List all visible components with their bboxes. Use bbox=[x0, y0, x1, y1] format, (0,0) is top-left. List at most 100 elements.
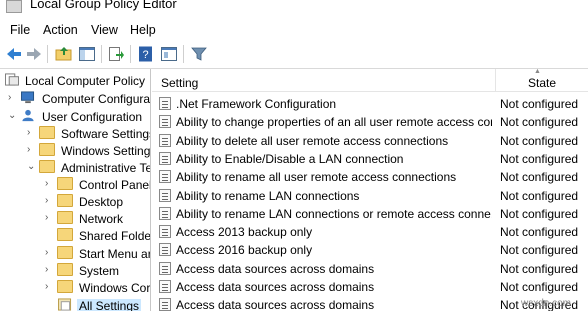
help-icon[interactable]: ? bbox=[137, 45, 155, 63]
folder-icon bbox=[57, 211, 73, 224]
table-row[interactable]: Access 2016 backup only Not configured bbox=[152, 241, 588, 259]
column-header: Setting ▲ State bbox=[152, 69, 588, 92]
chevron-right-icon[interactable]: › bbox=[45, 247, 55, 258]
folder-icon bbox=[57, 177, 73, 190]
chevron-right-icon[interactable]: › bbox=[45, 178, 55, 189]
table-row[interactable]: Ability to rename LAN connections Not con… bbox=[152, 187, 588, 205]
properties-icon[interactable] bbox=[160, 45, 178, 63]
table-row[interactable]: Access data sources across domains Not co… bbox=[152, 278, 588, 296]
table-row[interactable]: Ability to delete all user remote access… bbox=[152, 132, 588, 150]
all-settings-icon bbox=[58, 298, 72, 311]
sort-arrow-icon: ▲ bbox=[534, 69, 541, 75]
policy-setting-icon bbox=[159, 97, 171, 110]
tree-item-windows-settings[interactable]: › Windows Setting bbox=[27, 142, 150, 160]
tree-label: Windows Cor bbox=[79, 281, 151, 295]
setting-name: Ability to rename LAN connections or rem… bbox=[176, 206, 492, 221]
tree-label: Shared Folder bbox=[79, 229, 151, 243]
tree-label: All Settings bbox=[77, 299, 142, 311]
tree-item-shared-folders[interactable]: Shared Folder bbox=[45, 227, 150, 245]
tree-item-local-computer-policy[interactable]: Local Computer Policy bbox=[4, 72, 150, 90]
chevron-down-icon[interactable]: ⌄ bbox=[8, 110, 18, 121]
watermark: wsxdn.com bbox=[521, 298, 572, 309]
chevron-right-icon[interactable]: › bbox=[45, 212, 55, 223]
show-hide-tree-icon[interactable] bbox=[78, 45, 96, 63]
policy-setting-icon bbox=[159, 133, 171, 147]
setting-state: Not configured bbox=[500, 170, 579, 185]
table-row[interactable]: Access 2013 backup only Not configured bbox=[152, 223, 588, 241]
back-icon[interactable] bbox=[5, 45, 23, 63]
window-title: Local Group Policy Editor bbox=[30, 0, 177, 11]
folder-icon bbox=[57, 280, 73, 293]
tree-item-administrative-templates[interactable]: ⌄ Administrative Te bbox=[27, 159, 150, 177]
tree-item-system[interactable]: › System bbox=[45, 262, 150, 280]
setting-state: Not configured bbox=[500, 133, 579, 148]
chevron-right-icon[interactable]: › bbox=[27, 144, 37, 155]
tree-label: Administrative Te bbox=[61, 161, 151, 175]
tree-item-network[interactable]: › Network bbox=[45, 210, 150, 228]
tree-label: Windows Setting bbox=[61, 144, 151, 158]
setting-state: Not configured bbox=[500, 261, 579, 276]
column-setting[interactable]: Setting bbox=[161, 76, 198, 90]
filter-icon[interactable] bbox=[190, 45, 208, 63]
setting-name: Ability to rename all user remote access… bbox=[176, 170, 457, 185]
tree-label: Network bbox=[79, 212, 124, 226]
menu-file[interactable]: File bbox=[10, 23, 30, 37]
tree-item-desktop[interactable]: › Desktop bbox=[45, 193, 150, 211]
menu-help[interactable]: Help bbox=[130, 23, 156, 37]
tree-item-computer-configuration[interactable]: › Computer Configura bbox=[8, 90, 150, 108]
chevron-right-icon[interactable]: › bbox=[27, 127, 37, 138]
tree-item-user-configuration[interactable]: ⌄ User Configuration bbox=[8, 108, 150, 126]
menu-view[interactable]: View bbox=[91, 23, 118, 37]
setting-name: .Net Framework Configuration bbox=[176, 97, 337, 111]
table-row[interactable]: Ability to Enable/Disable a LAN connecti… bbox=[152, 150, 588, 168]
setting-name: Access data sources across domains bbox=[176, 298, 375, 311]
table-row[interactable]: Ability to rename LAN connections or rem… bbox=[152, 205, 588, 223]
column-divider[interactable] bbox=[495, 69, 496, 91]
chevron-right-icon[interactable]: › bbox=[45, 195, 55, 206]
chevron-right-icon[interactable]: › bbox=[45, 264, 55, 275]
tree-item-control-panel[interactable]: › Control Panel bbox=[45, 176, 150, 194]
toolbar-separator bbox=[183, 45, 184, 63]
chevron-right-icon[interactable]: › bbox=[45, 281, 55, 292]
policy-setting-icon bbox=[159, 261, 171, 275]
setting-name: Access 2013 backup only bbox=[176, 225, 313, 240]
policy-icon bbox=[5, 73, 19, 86]
forward-icon[interactable] bbox=[25, 45, 43, 63]
up-folder-icon[interactable] bbox=[55, 45, 73, 63]
svg-text:?: ? bbox=[142, 49, 148, 61]
toolbar: ? bbox=[0, 41, 588, 69]
table-row[interactable]: Access data sources across domains Not co… bbox=[152, 260, 588, 278]
table-row[interactable]: .Net Framework Configuration Not configur… bbox=[152, 95, 588, 113]
setting-name: Ability to change properties of an all u… bbox=[176, 115, 492, 130]
toolbar-separator bbox=[47, 45, 48, 63]
tree-label: Control Panel bbox=[79, 178, 151, 192]
folder-icon bbox=[57, 246, 73, 259]
tree-item-software-settings[interactable]: › Software Settings bbox=[27, 125, 150, 143]
setting-state: Not configured bbox=[500, 188, 579, 203]
chevron-down-icon[interactable]: ⌄ bbox=[27, 161, 37, 172]
table-row[interactable]: Ability to rename all user remote access… bbox=[152, 168, 588, 186]
tree-label: Software Settings bbox=[61, 127, 151, 141]
tree-label: Start Menu ar bbox=[79, 247, 151, 261]
export-icon[interactable] bbox=[107, 45, 125, 63]
setting-state: Not configured bbox=[500, 206, 579, 221]
chevron-right-icon[interactable]: › bbox=[8, 92, 18, 103]
menu-action[interactable]: Action bbox=[43, 23, 78, 37]
policy-setting-icon bbox=[159, 170, 171, 184]
column-state[interactable]: State bbox=[528, 76, 556, 90]
setting-state: Not configured bbox=[500, 151, 579, 166]
table-row[interactable]: Ability to change properties of an all u… bbox=[152, 113, 588, 131]
app-icon bbox=[6, 0, 22, 13]
folder-icon bbox=[39, 126, 55, 139]
policy-setting-icon bbox=[159, 298, 171, 311]
setting-state: Not configured bbox=[500, 225, 579, 240]
tree-item-windows-components[interactable]: › Windows Cor bbox=[45, 279, 150, 297]
policy-setting-icon bbox=[159, 115, 171, 129]
toolbar-separator bbox=[101, 45, 102, 63]
tree-label: User Configuration bbox=[42, 110, 143, 124]
tree-item-all-settings[interactable]: All Settings bbox=[45, 297, 150, 311]
settings-list: Setting ▲ State .Net Framework Configura… bbox=[152, 69, 588, 311]
tree-item-start-menu[interactable]: › Start Menu ar bbox=[45, 245, 150, 263]
setting-name: Ability to Enable/Disable a LAN connecti… bbox=[176, 151, 404, 166]
setting-state: Not configured bbox=[500, 280, 579, 294]
